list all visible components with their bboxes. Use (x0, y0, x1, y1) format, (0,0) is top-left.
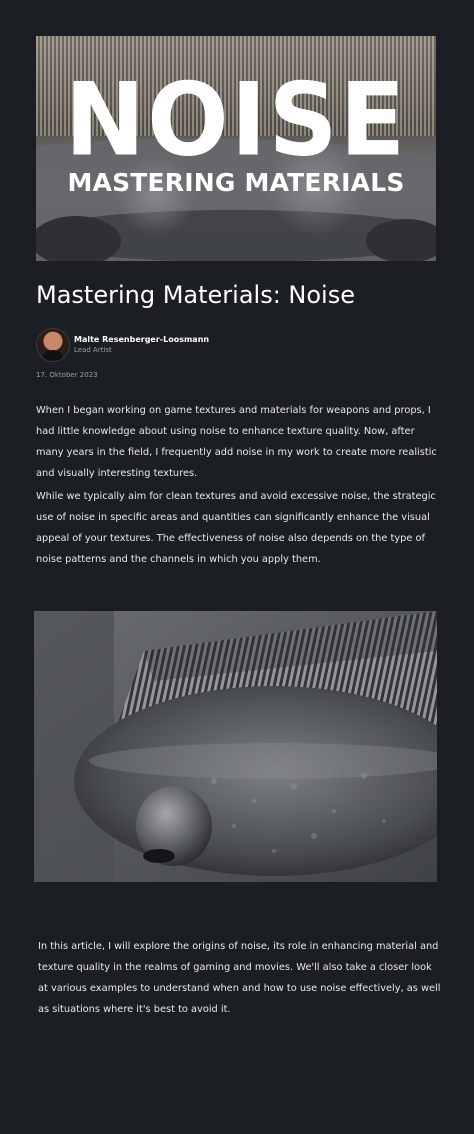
hero-title: NOISE (64, 61, 408, 179)
author-card[interactable]: Malte Resenberger-Loosmann Lead Artist (36, 328, 209, 362)
hero-subtitle: MASTERING MATERIALS (67, 168, 405, 197)
article-paragraph: While we typically aim for clean texture… (36, 491, 436, 565)
article-image (34, 611, 437, 882)
article-paragraph: In this article, I will explore the orig… (38, 941, 441, 1015)
avatar[interactable] (36, 328, 70, 362)
hero-banner: NOISE MASTERING MATERIALS (36, 36, 436, 261)
author-name[interactable]: Malte Resenberger-Loosmann (74, 334, 209, 345)
post-date: 17. Oktober 2023 (36, 371, 98, 379)
stone-cylinder-image (34, 611, 437, 882)
author-role: Lead Artist (74, 346, 112, 354)
article-title: Mastering Materials: Noise (36, 281, 355, 309)
article-paragraph: When I began working on game textures an… (36, 405, 437, 479)
